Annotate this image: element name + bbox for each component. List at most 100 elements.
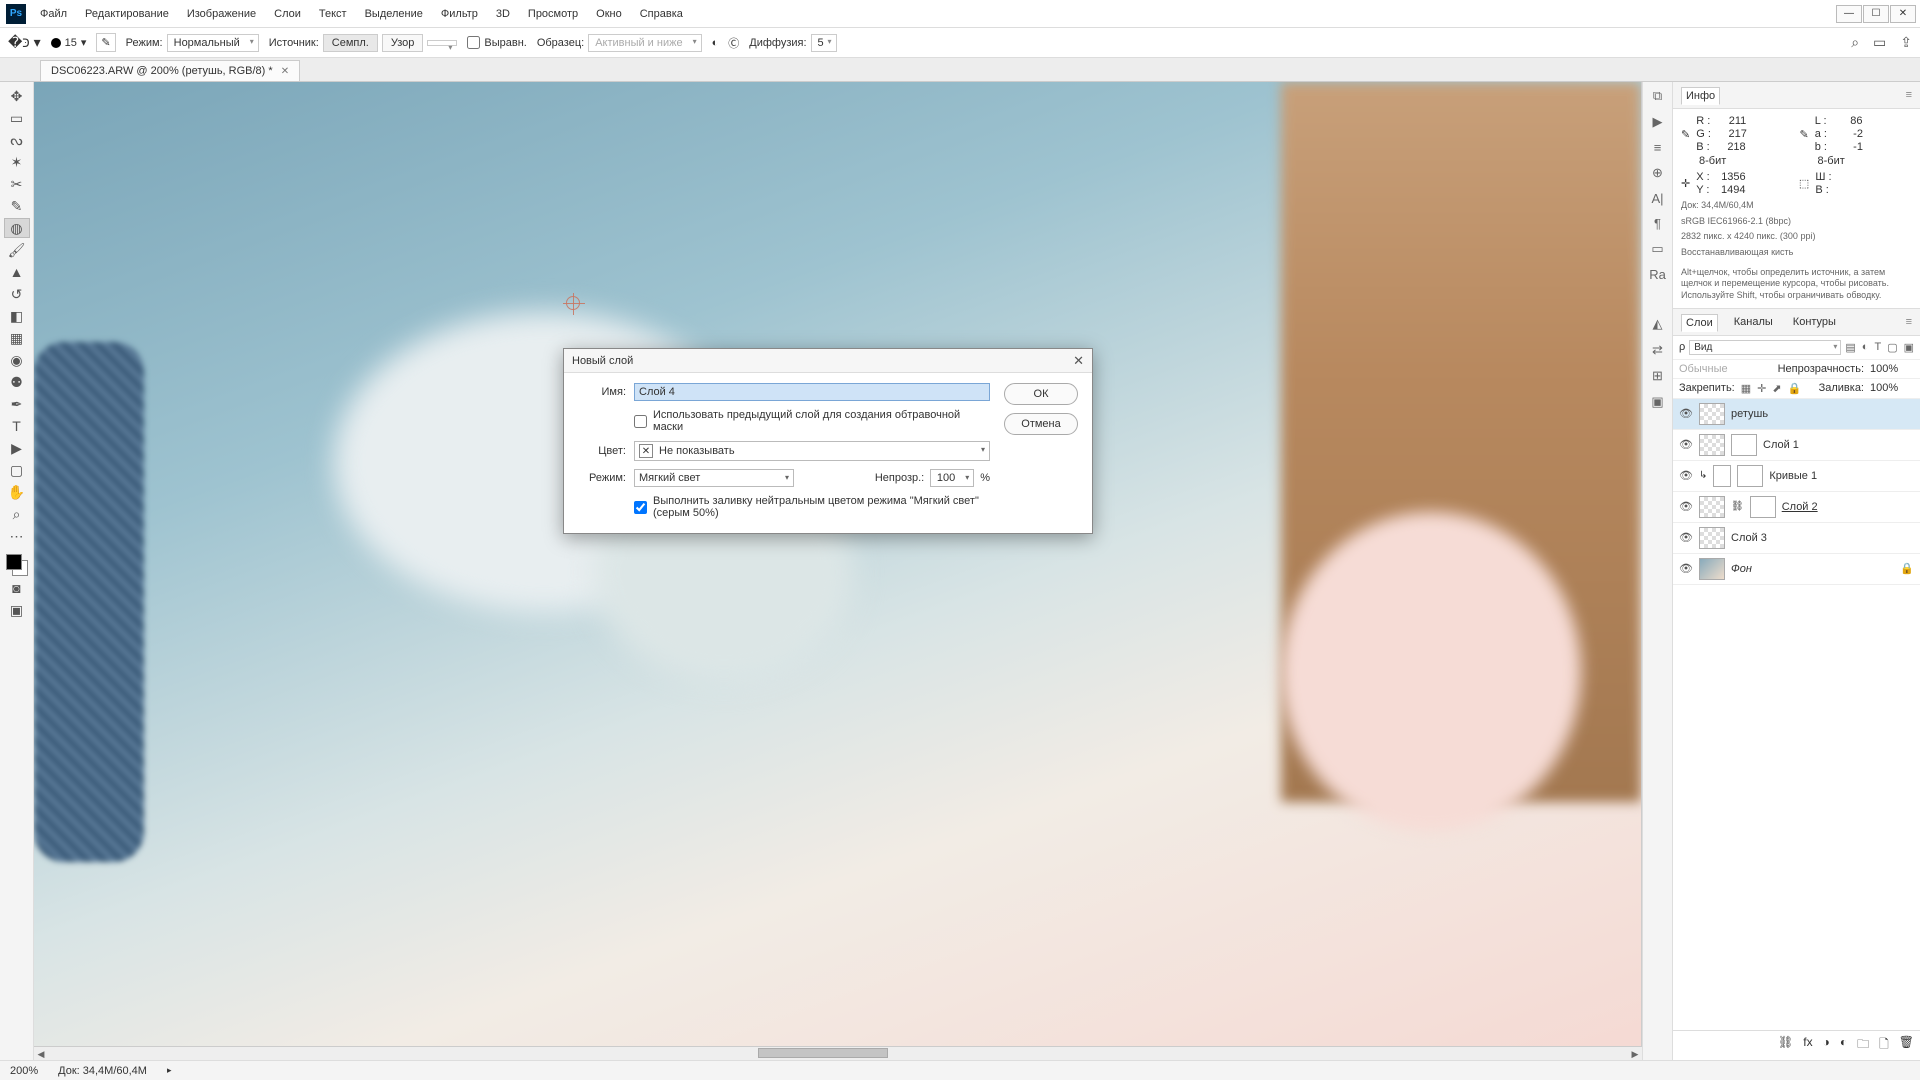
marquee-tool[interactable]: ▭ [4,108,30,128]
pen-tool[interactable]: ✒ [4,394,30,414]
lasso-tool[interactable]: ᔓ [4,130,30,150]
gradient-tool[interactable]: ▦ [4,328,30,348]
info-menu-icon[interactable]: ≡ [1906,89,1912,101]
menu-edit[interactable]: Редактирование [77,4,177,24]
dialog-opacity-input[interactable]: 100 [930,469,974,487]
ignore-adj-icon[interactable]: ◐ [712,37,719,49]
layer-row[interactable]: 👁 Фон 🔒 [1673,554,1920,585]
character-panel-icon[interactable]: A| [1651,191,1663,206]
close-button[interactable]: ✕ [1890,5,1916,23]
pattern-dropdown[interactable] [427,40,457,46]
visibility-icon[interactable]: 👁 [1679,407,1693,420]
lock-artboard-icon[interactable]: ⬈ [1772,382,1781,395]
layers-menu-icon[interactable]: ≡ [1906,316,1912,328]
blur-tool[interactable]: ◉ [4,350,30,370]
crop-tool[interactable]: ✂ [4,174,30,194]
color-swatches[interactable] [6,554,28,576]
maximize-button[interactable]: ☐ [1863,5,1889,23]
channels-tab[interactable]: Каналы [1730,314,1777,330]
menu-view[interactable]: Просмотр [520,4,586,24]
new-layer-icon[interactable]: 🗋 [1879,1035,1889,1056]
tool-preset-icon[interactable]: �כּ ▾ [8,34,41,51]
layer-name-input[interactable] [634,383,990,401]
layers-tab[interactable]: Слои [1681,314,1718,332]
eyedropper-tool[interactable]: ✎ [4,196,30,216]
brush-panel-icon[interactable]: ≡ [1654,140,1662,155]
edit-toolbar[interactable]: ⋯ [4,526,30,546]
layer-row[interactable]: 👁 ⛓ Слой 2 [1673,492,1920,523]
horizontal-scrollbar[interactable]: ◀ ▶ [34,1046,1642,1060]
blend-mode-dropdown[interactable]: Мягкий свет [634,469,794,487]
learn-icon[interactable]: ▣ [1651,394,1663,410]
visibility-icon[interactable]: 👁 [1679,438,1693,451]
brush-tool[interactable]: 🖌 [4,240,30,260]
quick-mask[interactable]: ◙ [4,578,30,598]
blend-mode-dropdown[interactable]: Обычные [1679,363,1769,375]
move-tool[interactable]: ✥ [4,86,30,106]
mode-dropdown[interactable]: Нормальный [167,34,259,52]
layer-row[interactable]: 👁 ретушь [1673,399,1920,430]
source-sample-button[interactable]: Семпл. [323,34,378,52]
healing-brush-tool[interactable]: ◍ [4,218,30,238]
ok-button[interactable]: ОК [1004,383,1078,405]
sample-dropdown[interactable]: Активный и ниже [588,34,701,52]
filter-image-icon[interactable]: ▤ [1845,341,1855,354]
workspace-icon[interactable]: ▭ [1873,34,1886,51]
layer-row[interactable]: 👁 ↳ Кривые 1 [1673,461,1920,492]
scroll-thumb[interactable] [758,1048,888,1058]
pressure-size-icon[interactable]: Ⓒ [728,35,739,51]
fill-input[interactable]: 100% [1870,382,1914,394]
canvas[interactable] [34,82,1642,1060]
adjustments-icon[interactable]: ◭ [1653,316,1663,332]
filter-type-icon[interactable]: T [1874,341,1881,354]
dialog-close-icon[interactable]: ✕ [1073,353,1084,369]
menu-file[interactable]: Файл [32,4,75,24]
menu-layers[interactable]: Слои [266,4,309,24]
new-adjustment-icon[interactable]: ◐ [1840,1035,1847,1056]
tablet-pressure-icon[interactable]: ✎ [96,33,115,52]
menu-select[interactable]: Выделение [357,4,431,24]
hand-tool[interactable]: ✋ [4,482,30,502]
document-tab[interactable]: DSC06223.ARW @ 200% (ретушь, RGB/8) * ✕ [40,60,300,81]
search-icon[interactable]: ⌕ [1851,34,1859,51]
scroll-left-arrow[interactable]: ◀ [34,1047,48,1061]
glyphs-icon[interactable]: Ra [1649,267,1666,282]
filter-smart-icon[interactable]: ▣ [1904,341,1914,354]
filter-shape-icon[interactable]: ▢ [1887,341,1897,354]
properties-icon[interactable]: ⊞ [1652,368,1663,384]
clone-source-icon[interactable]: ⊕ [1652,165,1663,181]
aligned-checkbox[interactable] [467,36,480,49]
screen-mode[interactable]: ▣ [4,600,30,620]
tab-close-icon[interactable]: ✕ [281,66,289,77]
menu-help[interactable]: Справка [632,4,691,24]
zoom-tool[interactable]: ⌕ [4,504,30,524]
cancel-button[interactable]: Отмена [1004,413,1078,435]
brush-preset[interactable]: 15▾ [51,36,87,49]
styles-icon[interactable]: ⇄ [1652,342,1663,358]
lock-pixels-icon[interactable]: ▦ [1741,382,1751,395]
quick-select-tool[interactable]: ✶ [4,152,30,172]
actions-panel-icon[interactable]: ▶ [1653,114,1663,130]
source-pattern-button[interactable]: Узор [382,34,424,52]
shape-tool[interactable]: ▢ [4,460,30,480]
opacity-input[interactable]: 100% [1870,363,1914,375]
visibility-icon[interactable]: 👁 [1679,469,1693,482]
type-tool[interactable]: T [4,416,30,436]
eraser-tool[interactable]: ◧ [4,306,30,326]
history-panel-icon[interactable]: ⧉ [1653,88,1662,104]
libraries-icon[interactable]: ▭ [1651,241,1663,257]
lock-position-icon[interactable]: ✛ [1757,382,1766,395]
info-tab[interactable]: Инфо [1681,87,1720,105]
color-dropdown[interactable]: ✕ Не показывать [634,441,990,461]
menu-filter[interactable]: Фильтр [433,4,486,24]
layer-row[interactable]: 👁 Слой 3 [1673,523,1920,554]
stamp-tool[interactable]: ▲ [4,262,30,282]
menu-text[interactable]: Текст [311,4,355,24]
visibility-icon[interactable]: 👁 [1679,531,1693,544]
visibility-icon[interactable]: 👁 [1679,500,1693,513]
layer-row[interactable]: 👁 Слой 1 [1673,430,1920,461]
paragraph-panel-icon[interactable]: ¶ [1654,216,1661,231]
layer-fx-icon[interactable]: fx [1803,1035,1812,1056]
dodge-tool[interactable]: ⚉ [4,372,30,392]
zoom-level[interactable]: 200% [10,1065,38,1077]
